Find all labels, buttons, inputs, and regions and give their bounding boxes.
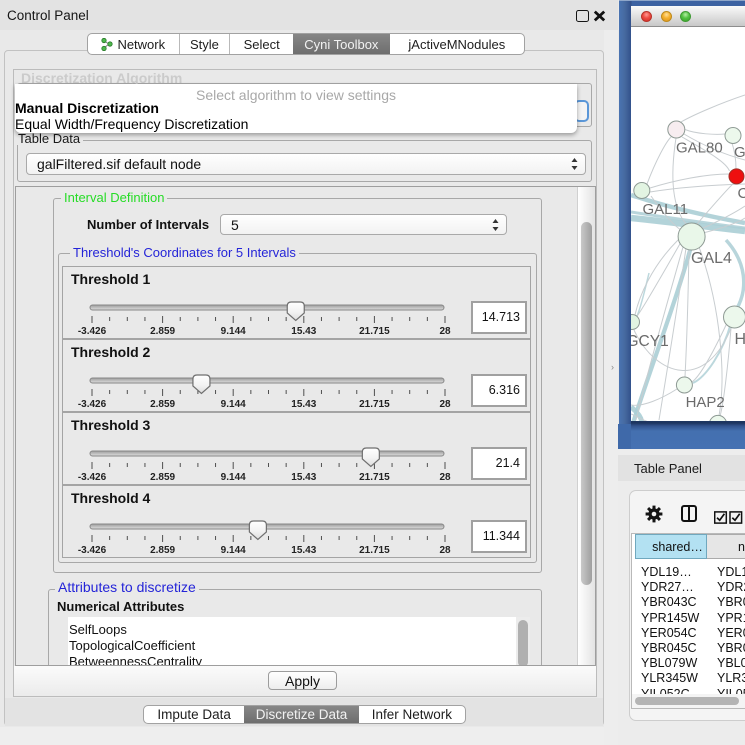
svg-text:2.859: 2.859 (150, 326, 175, 337)
svg-text:-3.426: -3.426 (78, 326, 107, 337)
svg-text:9.144: 9.144 (221, 472, 246, 483)
svg-text:15.43: 15.43 (291, 399, 316, 410)
svg-text:21.715: 21.715 (359, 399, 390, 410)
svg-text:28: 28 (439, 326, 451, 337)
svg-text:15.43: 15.43 (291, 326, 316, 337)
svg-text:-3.426: -3.426 (78, 399, 107, 410)
svg-text:21.715: 21.715 (359, 472, 390, 483)
svg-text:C: C (738, 185, 745, 202)
svg-text:GAL80: GAL80 (676, 140, 723, 157)
svg-text:28: 28 (439, 472, 451, 483)
svg-text:21.715: 21.715 (359, 326, 390, 337)
svg-text:2.859: 2.859 (150, 472, 175, 483)
svg-text:9.144: 9.144 (221, 326, 246, 337)
svg-text:GAL11: GAL11 (643, 201, 689, 218)
svg-text:2.859: 2.859 (150, 399, 175, 410)
svg-text:HAP2: HAP2 (686, 394, 725, 411)
svg-text:-3.426: -3.426 (78, 545, 107, 556)
svg-text:GCY1: GCY1 (631, 333, 669, 350)
svg-text:2.859: 2.859 (150, 545, 175, 556)
svg-text:21.715: 21.715 (359, 545, 390, 556)
svg-text:9.144: 9.144 (221, 545, 246, 556)
svg-text:9.144: 9.144 (221, 399, 246, 410)
svg-text:28: 28 (439, 545, 451, 556)
svg-text:15.43: 15.43 (291, 472, 316, 483)
svg-text:GA: GA (734, 144, 745, 161)
svg-text:-3.426: -3.426 (78, 472, 107, 483)
svg-text:15.43: 15.43 (291, 545, 316, 556)
svg-text:GAL4: GAL4 (691, 250, 732, 267)
svg-text:28: 28 (439, 399, 451, 410)
svg-text:H: H (735, 331, 745, 348)
